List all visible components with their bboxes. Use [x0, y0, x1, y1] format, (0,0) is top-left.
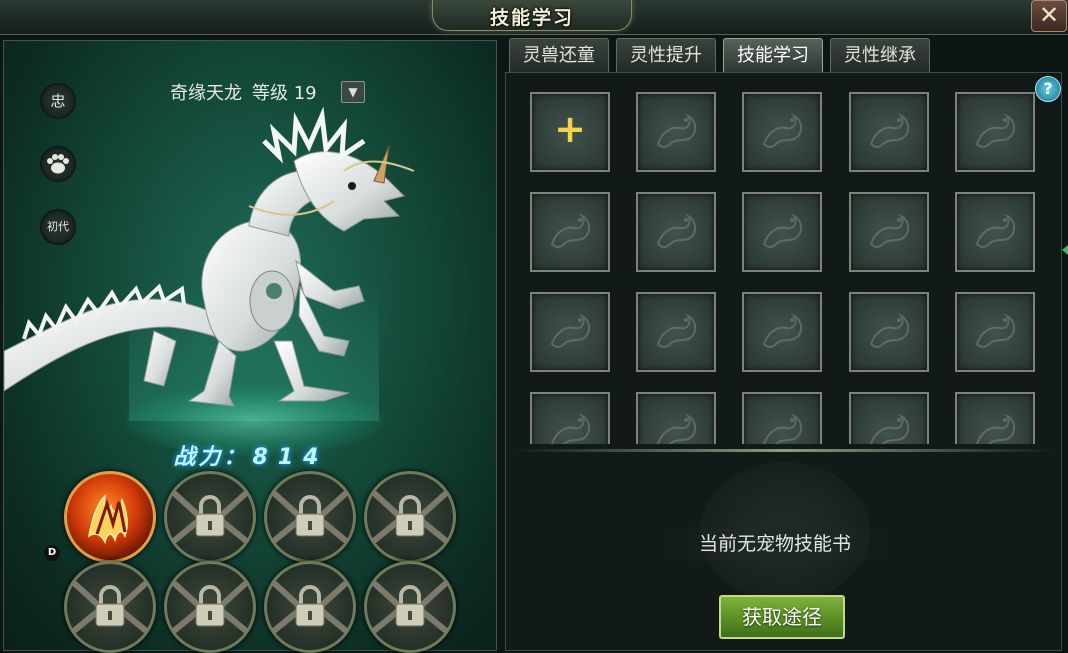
dragon-watermark-icon [869, 213, 909, 248]
lock-icon [372, 581, 448, 633]
dragon-watermark-icon [869, 313, 909, 348]
pet-skill-slot-locked[interactable] [164, 471, 256, 563]
add-skill-book-slot[interactable]: + [530, 92, 610, 172]
dragon-watermark-icon [869, 413, 909, 444]
dragon-watermark-icon [762, 313, 802, 348]
tab-spirit-inherit[interactable]: 灵性继承 [830, 38, 930, 72]
lock-icon [172, 491, 248, 543]
lock-icon [72, 581, 148, 633]
dragon-watermark-icon [762, 413, 802, 444]
dragon-watermark-icon [656, 113, 696, 148]
pet-skill-slot-locked[interactable] [264, 471, 356, 563]
dragon-watermark-icon [656, 313, 696, 348]
pet-skill-slot-active[interactable] [64, 471, 156, 563]
dragon-watermark-icon [975, 113, 1015, 148]
dragon-watermark-icon [550, 213, 590, 248]
dragon-watermark-icon [975, 313, 1015, 348]
tab-rejuvenate[interactable]: 灵兽还童 [509, 38, 609, 72]
divider [512, 449, 1056, 452]
skill-book-slot[interactable] [849, 192, 929, 272]
dragon-watermark-icon [656, 413, 696, 444]
pet-skill-slot-locked[interactable] [364, 561, 456, 653]
skill-book-slot[interactable] [742, 392, 822, 444]
close-button[interactable]: ✕ [1031, 0, 1067, 32]
skill-book-slot[interactable] [742, 292, 822, 372]
dragon-watermark-icon [762, 113, 802, 148]
lock-icon [272, 581, 348, 633]
d-badge: D [44, 545, 60, 561]
empty-skill-book-message: 当前无宠物技能书 [660, 527, 890, 561]
skill-book-slot[interactable] [849, 92, 929, 172]
dragon-watermark-icon [656, 213, 696, 248]
skill-book-slot[interactable] [742, 92, 822, 172]
skill-book-slot[interactable] [955, 392, 1035, 444]
dragon-watermark-icon [550, 413, 590, 444]
dragon-pet-image [4, 106, 415, 407]
skill-book-slot[interactable] [955, 192, 1035, 272]
tab-spirit-upgrade[interactable]: 灵性提升 [616, 38, 716, 72]
skill-book-slot[interactable] [849, 392, 929, 444]
dragon-watermark-icon [975, 413, 1015, 444]
power-value: 814 [252, 445, 329, 470]
dragon-watermark-icon [550, 313, 590, 348]
skill-book-slot[interactable] [530, 192, 610, 272]
skill-book-slot[interactable] [636, 192, 716, 272]
skill-book-slot[interactable] [636, 92, 716, 172]
title-plate: 技能学习 [432, 0, 632, 31]
pet-panel: 奇缘天龙 等级 19 ▼ 忠 初代 战力： 814 [3, 40, 498, 653]
dragon-watermark-icon [762, 213, 802, 248]
lock-icon [272, 491, 348, 543]
pet-select-dropdown[interactable]: ▼ [341, 81, 365, 103]
get-source-button[interactable]: 获取途径 [719, 595, 845, 639]
skill-book-slot[interactable] [530, 392, 610, 444]
combat-power: 战力： 814 [4, 439, 498, 471]
dragon-watermark-icon [869, 113, 909, 148]
plus-icon: + [554, 107, 586, 151]
window-title: 技能学习 [489, 7, 574, 29]
pet-skill-slot-locked[interactable] [164, 561, 256, 653]
title-bar: 技能学习 ✕ [0, 0, 1068, 35]
fire-skill-icon [87, 493, 128, 545]
dragon-watermark-icon [975, 213, 1015, 248]
skill-book-slot[interactable] [955, 92, 1035, 172]
skill-book-slot[interactable] [636, 392, 716, 444]
lock-icon [372, 491, 448, 543]
lock-icon [172, 581, 248, 633]
tab-skill-learning[interactable]: 技能学习 [723, 38, 823, 72]
skill-book-slot[interactable] [636, 292, 716, 372]
edge-arrow-icon [1062, 245, 1068, 255]
skill-book-slot[interactable] [849, 292, 929, 372]
skill-book-slot[interactable] [530, 292, 610, 372]
skill-book-slot[interactable] [955, 292, 1035, 372]
pet-skill-slot-locked[interactable] [264, 561, 356, 653]
skill-book-grid: + [512, 80, 1050, 444]
power-label: 战力： [173, 445, 249, 470]
pet-skill-slot-locked[interactable] [364, 471, 456, 563]
pet-skill-slot-locked[interactable] [64, 561, 156, 653]
skill-book-slot[interactable] [742, 192, 822, 272]
